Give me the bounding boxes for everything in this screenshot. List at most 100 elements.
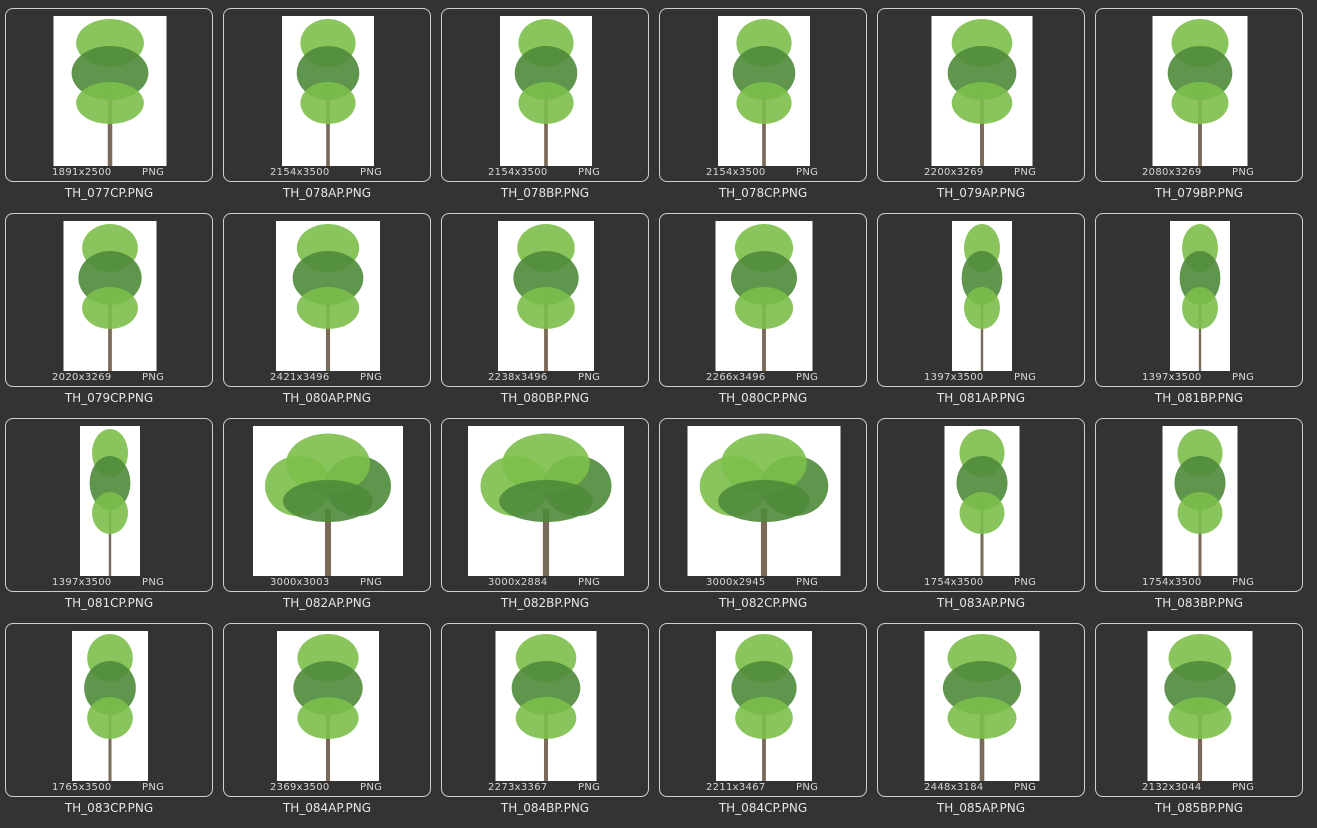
thumbnail-card[interactable]: 2273x3367 PNG: [441, 623, 649, 797]
file-thumbnail-item[interactable]: 1397x3500 PNG TH_081AP.PNG: [872, 205, 1085, 410]
file-name[interactable]: TH_079BP.PNG: [1095, 186, 1303, 200]
file-name[interactable]: TH_077CP.PNG: [5, 186, 213, 200]
thumbnail-card[interactable]: 2154x3500 PNG: [223, 8, 431, 182]
file-thumbnail-item[interactable]: 1765x3500 PNG TH_083CP.PNG: [0, 615, 213, 820]
image-format: PNG: [1014, 372, 1037, 383]
thumbnail-card[interactable]: 2238x3496 PNG: [441, 213, 649, 387]
thumbnail-card[interactable]: 3000x2945 PNG: [659, 418, 867, 592]
image-format: PNG: [578, 782, 601, 793]
file-name[interactable]: TH_085BP.PNG: [1095, 801, 1303, 815]
thumbnail-card[interactable]: 3000x2884 PNG: [441, 418, 649, 592]
file-name[interactable]: TH_082AP.PNG: [223, 596, 431, 610]
image-format: PNG: [142, 577, 165, 588]
thumbnail-card[interactable]: 2154x3500 PNG: [659, 8, 867, 182]
tree-thumbnail-icon: [498, 221, 594, 371]
thumbnail-card[interactable]: 1397x3500 PNG: [1095, 213, 1303, 387]
image-dimensions: 1397x3500: [1142, 372, 1202, 383]
file-thumbnail-item[interactable]: 1754x3500 PNG TH_083AP.PNG: [872, 410, 1085, 615]
file-thumbnail-item[interactable]: 2154x3500 PNG TH_078BP.PNG: [436, 0, 649, 205]
thumbnail-card[interactable]: 1397x3500 PNG: [877, 213, 1085, 387]
file-name[interactable]: TH_083AP.PNG: [877, 596, 1085, 610]
image-format: PNG: [796, 782, 819, 793]
image-dimensions: 3000x2884: [488, 577, 548, 588]
file-thumbnail-item[interactable]: 3000x3003 PNG TH_082AP.PNG: [218, 410, 431, 615]
file-name[interactable]: TH_080BP.PNG: [441, 391, 649, 405]
file-thumbnail-item[interactable]: 2211x3467 PNG TH_084CP.PNG: [654, 615, 867, 820]
thumbnail-card[interactable]: 1754x3500 PNG: [1095, 418, 1303, 592]
file-name[interactable]: TH_083CP.PNG: [5, 801, 213, 815]
image-dimensions: 1397x3500: [52, 577, 112, 588]
file-name[interactable]: TH_081BP.PNG: [1095, 391, 1303, 405]
file-thumbnail-item[interactable]: 1397x3500 PNG TH_081BP.PNG: [1090, 205, 1303, 410]
tree-thumbnail-icon: [1162, 426, 1238, 576]
thumbnail-card[interactable]: 2200x3269 PNG: [877, 8, 1085, 182]
file-thumbnail-item[interactable]: 2448x3184 PNG TH_085AP.PNG: [872, 615, 1085, 820]
image-dimensions: 2020x3269: [52, 372, 112, 383]
file-name[interactable]: TH_080CP.PNG: [659, 391, 867, 405]
image-dimensions: 3000x3003: [270, 577, 330, 588]
tree-thumbnail-icon: [716, 631, 812, 781]
image-dimensions: 2421x3496: [270, 372, 330, 383]
tree-thumbnail-icon: [253, 426, 403, 576]
file-thumbnail-item[interactable]: 1397x3500 PNG TH_081CP.PNG: [0, 410, 213, 615]
file-thumbnail-item[interactable]: 2238x3496 PNG TH_080BP.PNG: [436, 205, 649, 410]
file-name[interactable]: TH_084AP.PNG: [223, 801, 431, 815]
file-name[interactable]: TH_082BP.PNG: [441, 596, 649, 610]
tree-thumbnail-icon: [277, 631, 379, 781]
tree-thumbnail-icon: [1147, 631, 1253, 781]
file-thumbnail-item[interactable]: 2080x3269 PNG TH_079BP.PNG: [1090, 0, 1303, 205]
tree-thumbnail-icon: [931, 16, 1033, 166]
file-thumbnail-item[interactable]: 2266x3496 PNG TH_080CP.PNG: [654, 205, 867, 410]
file-thumbnail-item[interactable]: 1754x3500 PNG TH_083BP.PNG: [1090, 410, 1303, 615]
file-thumbnail-item[interactable]: 2200x3269 PNG TH_079AP.PNG: [872, 0, 1085, 205]
file-thumbnail-item[interactable]: 2132x3044 PNG TH_085BP.PNG: [1090, 615, 1303, 820]
image-dimensions: 2369x3500: [270, 782, 330, 793]
image-dimensions: 2132x3044: [1142, 782, 1202, 793]
image-format: PNG: [1014, 782, 1037, 793]
file-name[interactable]: TH_079AP.PNG: [877, 186, 1085, 200]
file-name[interactable]: TH_081CP.PNG: [5, 596, 213, 610]
tree-thumbnail-icon: [1152, 16, 1248, 166]
file-thumbnail-item[interactable]: 3000x2884 PNG TH_082BP.PNG: [436, 410, 649, 615]
file-thumbnail-item[interactable]: 2421x3496 PNG TH_080AP.PNG: [218, 205, 431, 410]
file-name[interactable]: TH_078CP.PNG: [659, 186, 867, 200]
file-name[interactable]: TH_078BP.PNG: [441, 186, 649, 200]
thumbnail-card[interactable]: 2421x3496 PNG: [223, 213, 431, 387]
image-format: PNG: [1232, 577, 1255, 588]
image-format: PNG: [578, 372, 601, 383]
image-format: PNG: [1232, 372, 1255, 383]
image-format: PNG: [360, 167, 383, 178]
file-thumbnail-item[interactable]: 2020x3269 PNG TH_079CP.PNG: [0, 205, 213, 410]
thumbnail-card[interactable]: 2448x3184 PNG: [877, 623, 1085, 797]
file-name[interactable]: TH_083BP.PNG: [1095, 596, 1303, 610]
file-name[interactable]: TH_084BP.PNG: [441, 801, 649, 815]
file-name[interactable]: TH_081AP.PNG: [877, 391, 1085, 405]
file-thumbnail-item[interactable]: 3000x2945 PNG TH_082CP.PNG: [654, 410, 867, 615]
file-thumbnail-item[interactable]: 2273x3367 PNG TH_084BP.PNG: [436, 615, 649, 820]
image-dimensions: 1754x3500: [924, 577, 984, 588]
thumbnail-card[interactable]: 3000x3003 PNG: [223, 418, 431, 592]
image-format: PNG: [578, 167, 601, 178]
thumbnail-card[interactable]: 2020x3269 PNG: [5, 213, 213, 387]
thumbnail-card[interactable]: 2132x3044 PNG: [1095, 623, 1303, 797]
thumbnail-card[interactable]: 2369x3500 PNG: [223, 623, 431, 797]
thumbnail-card[interactable]: 1765x3500 PNG: [5, 623, 213, 797]
file-name[interactable]: TH_079CP.PNG: [5, 391, 213, 405]
file-name[interactable]: TH_078AP.PNG: [223, 186, 431, 200]
file-thumbnail-item[interactable]: 2369x3500 PNG TH_084AP.PNG: [218, 615, 431, 820]
thumbnail-card[interactable]: 2211x3467 PNG: [659, 623, 867, 797]
file-thumbnail-item[interactable]: 2154x3500 PNG TH_078CP.PNG: [654, 0, 867, 205]
file-name[interactable]: TH_082CP.PNG: [659, 596, 867, 610]
file-thumbnail-item[interactable]: 2154x3500 PNG TH_078AP.PNG: [218, 0, 431, 205]
thumbnail-card[interactable]: 2080x3269 PNG: [1095, 8, 1303, 182]
file-thumbnail-item[interactable]: 1891x2500 PNG TH_077CP.PNG: [0, 0, 213, 205]
file-name[interactable]: TH_085AP.PNG: [877, 801, 1085, 815]
image-dimensions: 1754x3500: [1142, 577, 1202, 588]
thumbnail-card[interactable]: 1397x3500 PNG: [5, 418, 213, 592]
thumbnail-card[interactable]: 1754x3500 PNG: [877, 418, 1085, 592]
thumbnail-card[interactable]: 2154x3500 PNG: [441, 8, 649, 182]
file-name[interactable]: TH_084CP.PNG: [659, 801, 867, 815]
thumbnail-card[interactable]: 1891x2500 PNG: [5, 8, 213, 182]
file-name[interactable]: TH_080AP.PNG: [223, 391, 431, 405]
thumbnail-card[interactable]: 2266x3496 PNG: [659, 213, 867, 387]
